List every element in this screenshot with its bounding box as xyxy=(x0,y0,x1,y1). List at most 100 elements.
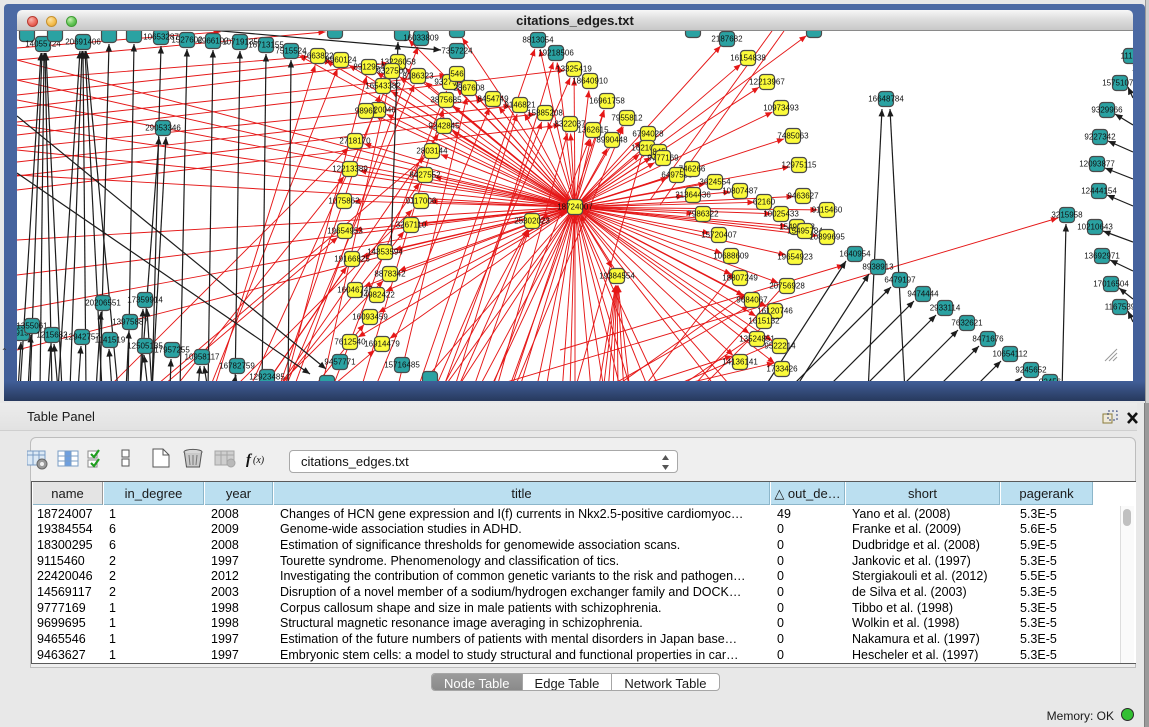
svg-text:3215958: 3215958 xyxy=(1051,211,1083,220)
svg-text:3267110: 3267110 xyxy=(396,221,427,230)
svg-text:7632621: 7632621 xyxy=(951,319,983,328)
svg-text:11123: 11123 xyxy=(1120,52,1133,61)
svg-text:18807249: 18807249 xyxy=(722,274,758,283)
svg-text:3875685: 3875685 xyxy=(430,96,462,105)
svg-text:1141519: 1141519 xyxy=(95,336,126,345)
svg-text:8813054: 8813054 xyxy=(522,36,554,45)
svg-text:7612540: 7612540 xyxy=(334,338,366,347)
svg-text:13975887: 13975887 xyxy=(112,318,148,327)
svg-text:10958117: 10958117 xyxy=(185,353,221,362)
svg-text:9117006: 9117006 xyxy=(406,197,437,206)
svg-text:10899695: 10899695 xyxy=(809,233,845,242)
svg-text:17016504: 17016504 xyxy=(1093,280,1129,289)
svg-text:19654923: 19654923 xyxy=(777,253,813,262)
svg-text:13325419: 13325419 xyxy=(556,65,592,74)
svg-text:2187682: 2187682 xyxy=(711,35,743,44)
svg-text:9463627: 9463627 xyxy=(787,192,819,201)
svg-text:3624554: 3624554 xyxy=(699,178,731,187)
svg-text:16093459: 16093459 xyxy=(352,313,388,322)
svg-text:2933114: 2933114 xyxy=(930,304,961,313)
svg-text:17359914: 17359914 xyxy=(127,296,163,305)
svg-text:7986322: 7986322 xyxy=(687,210,719,219)
svg-text:12093877: 12093877 xyxy=(1079,160,1115,169)
svg-text:29053346: 29053346 xyxy=(145,124,181,133)
svg-text:f: f xyxy=(246,452,253,468)
svg-text:16543382: 16543382 xyxy=(365,82,401,91)
svg-text:18640910: 18640910 xyxy=(572,77,608,86)
svg-text:19654953: 19654953 xyxy=(327,227,363,236)
svg-text:2803144: 2803144 xyxy=(416,147,448,156)
svg-text:9684067: 9684067 xyxy=(736,296,768,305)
svg-text:18724007: 18724007 xyxy=(557,203,593,212)
svg-text:2718170: 2718170 xyxy=(339,137,371,146)
svg-text:16961758: 16961758 xyxy=(589,97,625,106)
svg-text:19166825: 19166825 xyxy=(334,255,370,264)
svg-text:10654112: 10654112 xyxy=(993,350,1029,359)
svg-text:20206551: 20206551 xyxy=(85,299,121,308)
svg-text:20756928: 20756928 xyxy=(769,282,805,291)
svg-text:7357224: 7357224 xyxy=(441,47,473,56)
svg-text:2867608: 2867608 xyxy=(453,84,485,93)
svg-text:12213967: 12213967 xyxy=(749,78,785,87)
svg-text:15720407: 15720407 xyxy=(701,231,737,240)
svg-text:98961: 98961 xyxy=(355,107,378,116)
svg-text:16648784: 16648784 xyxy=(868,95,904,104)
svg-text:746266: 746266 xyxy=(679,165,706,174)
svg-text:8938913: 8938913 xyxy=(862,263,894,272)
svg-text:8471676: 8471676 xyxy=(972,335,1004,344)
svg-text:8186323: 8186323 xyxy=(402,72,434,81)
svg-text:1167539: 1167539 xyxy=(1105,303,1133,312)
svg-text:62160: 62160 xyxy=(753,198,776,207)
svg-text:8960124: 8960124 xyxy=(325,56,357,65)
svg-text:9245652: 9245652 xyxy=(1015,366,1047,375)
svg-text:9777169: 9777169 xyxy=(647,154,679,163)
svg-text:14982422: 14982422 xyxy=(359,291,395,300)
svg-text:16154838: 16154838 xyxy=(730,54,766,63)
svg-text:10688609: 10688609 xyxy=(713,252,749,261)
svg-text:12975115: 12975115 xyxy=(782,161,818,170)
svg-text:15885208: 15885208 xyxy=(527,109,563,118)
svg-text:9522214: 9522214 xyxy=(764,342,796,351)
svg-text:9474444: 9474444 xyxy=(907,290,939,299)
svg-text:6794028: 6794028 xyxy=(632,130,664,139)
svg-text:7955812: 7955812 xyxy=(611,114,643,123)
svg-text:1640954: 1640954 xyxy=(839,250,871,259)
svg-text:1362615: 1362615 xyxy=(577,126,609,135)
svg-text:10025433: 10025433 xyxy=(763,210,799,219)
svg-text:9329966: 9329966 xyxy=(1091,106,1123,115)
svg-text:546: 546 xyxy=(450,70,464,79)
svg-text:14353594: 14353594 xyxy=(367,248,403,257)
svg-text:1075862: 1075862 xyxy=(328,197,360,206)
svg-text:1615132: 1615132 xyxy=(748,317,780,326)
svg-text:16914479: 16914479 xyxy=(364,340,400,349)
svg-text:9457771: 9457771 xyxy=(324,358,356,367)
svg-text:15751074: 15751074 xyxy=(1102,79,1133,88)
svg-text:10210643: 10210643 xyxy=(1077,223,1113,232)
svg-text:25302023: 25302023 xyxy=(514,217,550,226)
svg-text:16033809: 16033809 xyxy=(403,34,439,43)
svg-text:6479197: 6479197 xyxy=(884,276,916,285)
svg-text:8990448: 8990448 xyxy=(596,136,628,145)
svg-text:1355061: 1355061 xyxy=(17,322,48,331)
svg-text:7485063: 7485063 xyxy=(777,132,809,141)
svg-text:12444154: 12444154 xyxy=(1081,187,1117,196)
svg-text:20691406: 20691406 xyxy=(65,38,101,47)
svg-text:10807487: 10807487 xyxy=(722,187,758,196)
svg-text:19218506: 19218506 xyxy=(538,49,574,58)
svg-text:9227342: 9227342 xyxy=(1084,133,1116,142)
svg-text:14136141: 14136141 xyxy=(722,358,758,367)
svg-text:1733426: 1733426 xyxy=(766,365,798,374)
svg-text:12213389: 12213389 xyxy=(332,165,368,174)
svg-text:9242845: 9242845 xyxy=(428,122,460,131)
svg-text:16782759: 16782759 xyxy=(219,362,255,371)
svg-text:10973493: 10973493 xyxy=(763,104,799,113)
svg-text:(x): (x) xyxy=(253,455,265,466)
svg-text:15716485: 15716485 xyxy=(384,361,420,370)
svg-text:8427552: 8427552 xyxy=(409,171,441,180)
svg-text:19384554: 19384554 xyxy=(599,272,635,281)
svg-text:8878342: 8878342 xyxy=(374,270,406,279)
svg-text:9115460: 9115460 xyxy=(812,206,843,215)
svg-text:21364436: 21364436 xyxy=(675,191,711,200)
svg-text:12923485: 12923485 xyxy=(249,373,285,382)
svg-text:92456: 92456 xyxy=(1039,378,1062,382)
